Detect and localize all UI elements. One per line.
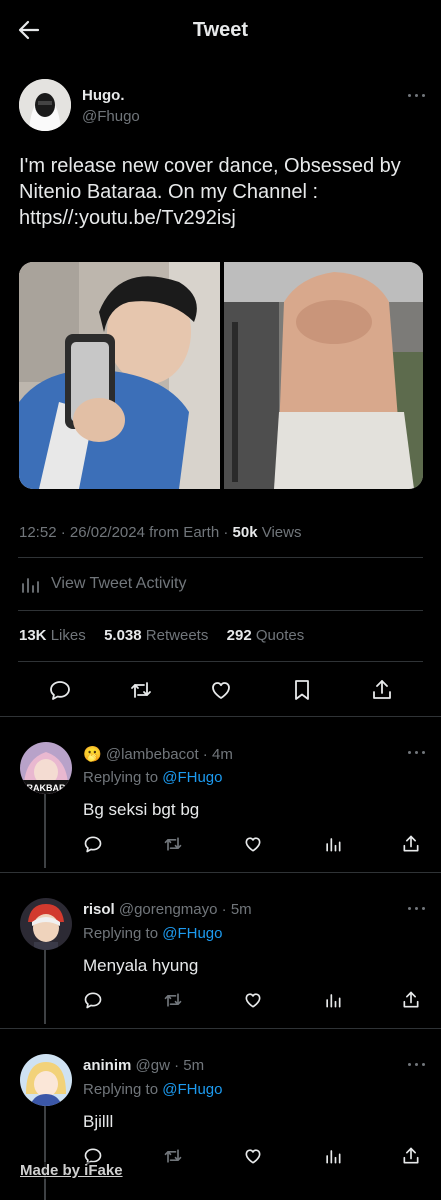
- reply-text: Menyala hyung: [83, 956, 199, 975]
- reply-thread-line: [44, 1102, 46, 1200]
- divider: [0, 716, 441, 717]
- retweet-icon[interactable]: [163, 834, 183, 854]
- more-options-icon[interactable]: [408, 93, 428, 99]
- retweet-icon[interactable]: [163, 1146, 183, 1166]
- reply-author-name[interactable]: aninim: [83, 1057, 131, 1074]
- media-photo-1[interactable]: [19, 262, 220, 489]
- quotes-stat[interactable]: 292 Quotes: [227, 627, 305, 644]
- share-icon[interactable]: [401, 990, 421, 1010]
- reply-avatar[interactable]: [20, 898, 72, 950]
- quotes-label: Quotes: [255, 627, 305, 644]
- reply-text: Bjilll: [83, 1112, 114, 1131]
- like-icon[interactable]: [243, 990, 263, 1010]
- replying-to: Replying to @FHugo: [83, 769, 222, 786]
- media-photo-2[interactable]: [224, 262, 423, 489]
- reply-header: 🫢 @lambebacot · 4m: [83, 746, 233, 763]
- reply-icon[interactable]: [83, 990, 103, 1010]
- replying-to-link[interactable]: @FHugo: [162, 1081, 222, 1098]
- more-options-icon[interactable]: [408, 1062, 428, 1068]
- reply-author-handle[interactable]: @gorengmayo: [119, 901, 218, 918]
- reply-author-name[interactable]: risol: [83, 901, 115, 918]
- tweet-stats: 13K Likes 5.038 Retweets 292 Quotes: [19, 627, 304, 644]
- share-icon[interactable]: [401, 1146, 421, 1166]
- page-title: Tweet: [192, 19, 249, 41]
- replying-to-link[interactable]: @FHugo: [162, 769, 222, 786]
- reply-text: Bg seksi bgt bg: [83, 800, 200, 819]
- retweet-icon[interactable]: [163, 990, 183, 1010]
- divider: [18, 610, 423, 611]
- tweet-text-line: I'm release new cover dance, Obsessed by: [19, 155, 401, 177]
- divider: [18, 557, 423, 558]
- reply-avatar[interactable]: RAKBAR: [20, 742, 72, 794]
- reply-thread-line: [44, 946, 46, 1024]
- replying-to-link[interactable]: @FHugo: [162, 925, 222, 942]
- quotes-count: 292: [226, 627, 252, 644]
- replying-to: Replying to @FHugo: [83, 925, 222, 942]
- divider: [0, 872, 441, 873]
- divider: [18, 661, 423, 662]
- replying-to-prefix: Replying to: [83, 1081, 159, 1098]
- replying-to: Replying to @FHugo: [83, 1081, 222, 1098]
- tweet-source: from Earth: [149, 524, 220, 541]
- like-icon[interactable]: [209, 678, 233, 702]
- likes-stat[interactable]: 13K Likes: [19, 627, 86, 644]
- tweet-meta: 12:52 · 26/02/2024 from Earth · 50k View…: [19, 524, 302, 541]
- reply-age: 5m: [183, 1057, 205, 1074]
- tweet-text: I'm release new cover dance, Obsessed by…: [19, 153, 424, 231]
- tweet-date: 26/02/2024: [69, 524, 145, 541]
- views-count[interactable]: 50k: [233, 524, 258, 541]
- more-options-icon[interactable]: [408, 906, 428, 912]
- retweet-icon[interactable]: [129, 678, 153, 702]
- views-icon[interactable]: [323, 1146, 343, 1166]
- replying-to-prefix: Replying to: [83, 769, 159, 786]
- retweets-count: 5.038: [104, 627, 142, 644]
- view-activity-row[interactable]: View Tweet Activity: [19, 573, 319, 597]
- watermark: Made by iFake: [18, 1162, 125, 1179]
- retweets-label: Retweets: [145, 627, 209, 644]
- views-label[interactable]: Views: [262, 524, 302, 541]
- reply-author-name[interactable]: 🫢: [83, 746, 102, 763]
- author-name[interactable]: Hugo.: [82, 87, 125, 104]
- svg-text:RAKBAR: RAKBAR: [27, 783, 66, 793]
- more-options-icon[interactable]: [408, 750, 428, 756]
- reply-age: 5m: [230, 901, 252, 918]
- like-icon[interactable]: [243, 834, 263, 854]
- reply-icon[interactable]: [48, 678, 72, 702]
- reply-header: risol @gorengmayo · 5m: [83, 901, 252, 918]
- reply-header: aninim @gw · 5m: [83, 1057, 205, 1074]
- likes-count: 13K: [19, 627, 47, 644]
- tweet-text-line: https//:youtu.be/Tv292isj: [19, 207, 236, 229]
- divider: [0, 1028, 441, 1029]
- replying-to-prefix: Replying to: [83, 925, 159, 942]
- reply-icon[interactable]: [83, 834, 103, 854]
- activity-chart-icon: [20, 575, 40, 595]
- views-icon[interactable]: [323, 990, 343, 1010]
- tweet-media: [19, 262, 423, 489]
- tweet-text-line: Nitenio Bataraa. On my Channel :: [19, 181, 319, 203]
- reply-author-handle[interactable]: @lambebacot: [106, 746, 199, 763]
- share-icon[interactable]: [370, 678, 394, 702]
- views-icon[interactable]: [323, 834, 343, 854]
- share-icon[interactable]: [401, 834, 421, 854]
- likes-label: Likes: [50, 627, 86, 644]
- bookmark-icon[interactable]: [290, 678, 314, 702]
- view-activity-label[interactable]: View Tweet Activity: [51, 575, 186, 593]
- tweet-time: 12:52: [19, 524, 57, 541]
- reply-age: 4m: [211, 746, 233, 763]
- like-icon[interactable]: [243, 1146, 263, 1166]
- retweets-stat[interactable]: 5.038 Retweets: [104, 627, 208, 644]
- reply-thread-line: [44, 790, 46, 868]
- author-handle[interactable]: @Fhugo: [82, 108, 140, 125]
- author-avatar[interactable]: [19, 79, 71, 131]
- reply-avatar[interactable]: [20, 1054, 72, 1106]
- reply-author-handle[interactable]: @gw: [136, 1057, 170, 1074]
